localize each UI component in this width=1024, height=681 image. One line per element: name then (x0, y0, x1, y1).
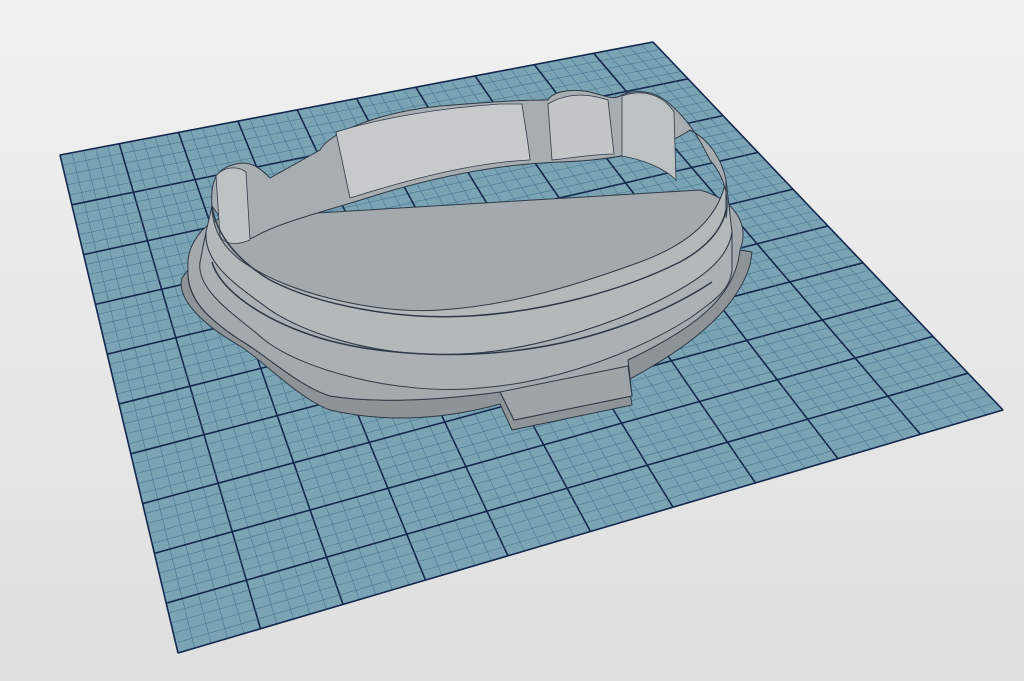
right-wall-inner-face (547, 94, 615, 161)
3d-viewport[interactable] (0, 0, 1024, 681)
scene-canvas[interactable] (0, 0, 1024, 681)
